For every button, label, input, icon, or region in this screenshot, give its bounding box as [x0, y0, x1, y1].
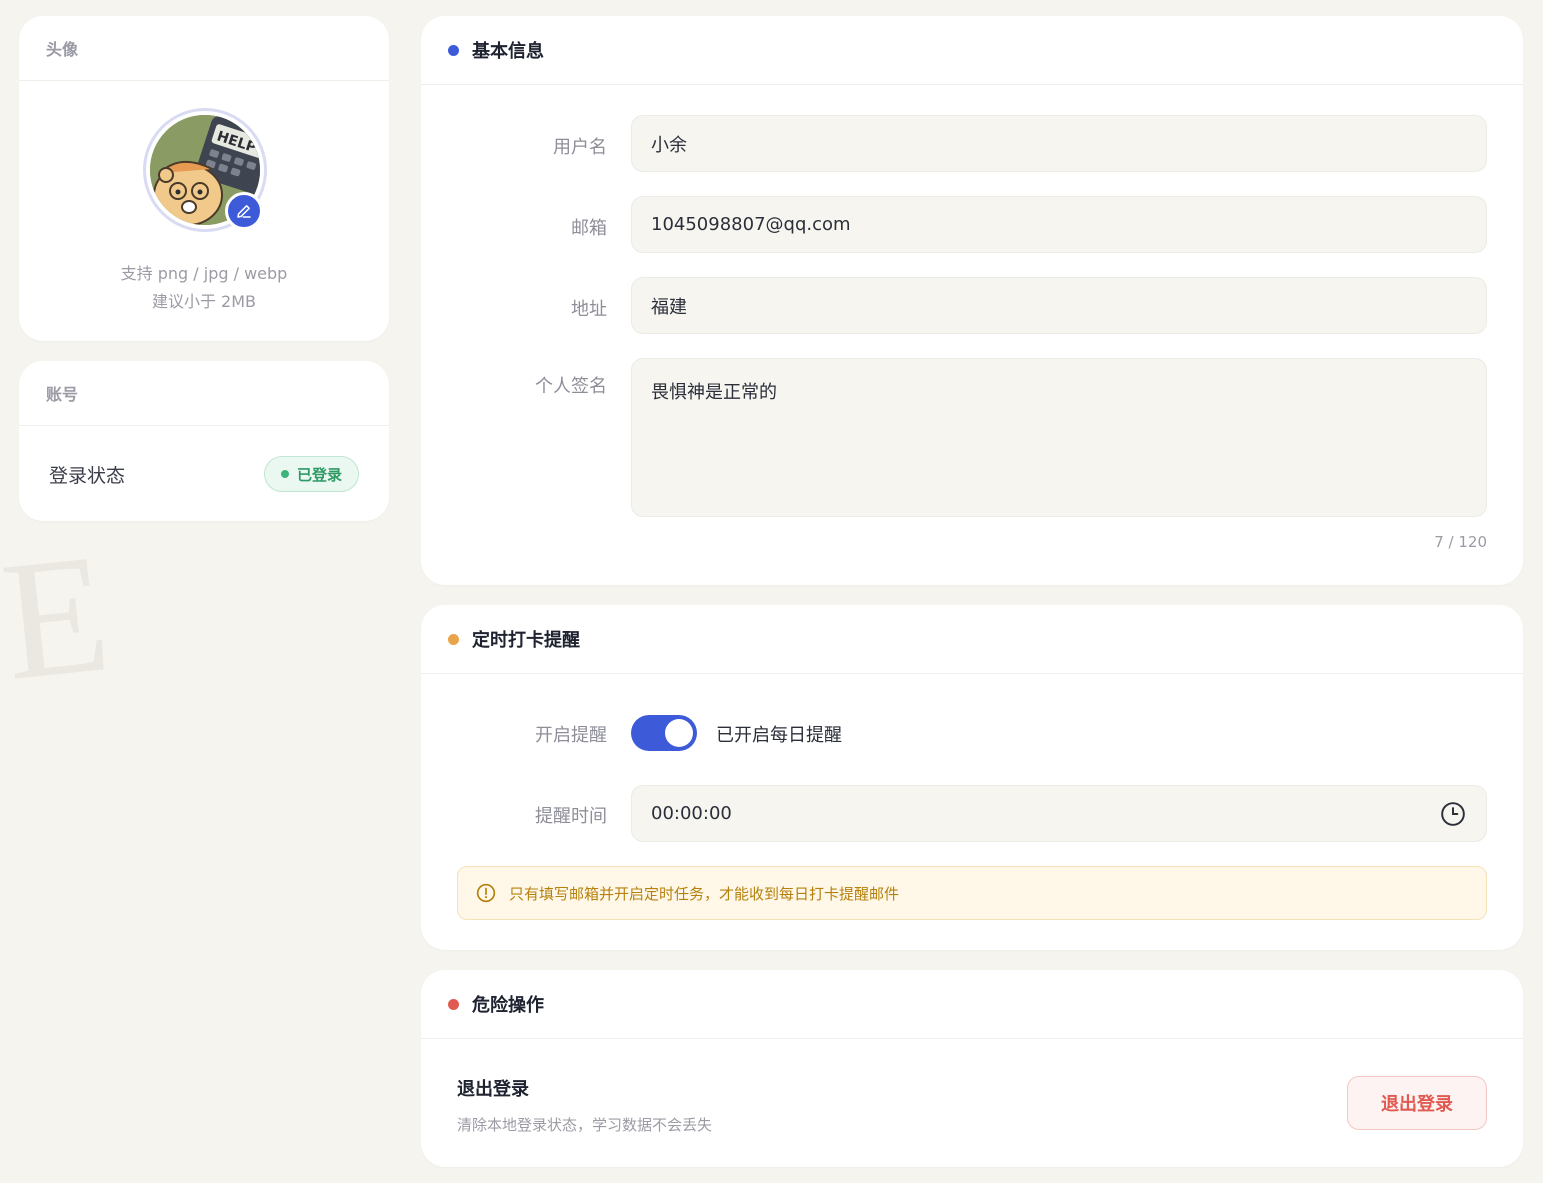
reminder-dot-icon	[448, 633, 459, 645]
background-letter-e: E	[0, 518, 118, 716]
username-input[interactable]	[631, 115, 1487, 172]
danger-header: 危险操作	[421, 970, 1523, 1039]
login-status-label: 登录状态	[49, 464, 126, 487]
danger-zone-card: 危险操作 退出登录 清除本地登录状态，学习数据不会丢失 退出登录	[421, 970, 1523, 1167]
logout-description: 清除本地登录状态，学习数据不会丢失	[457, 1116, 713, 1134]
login-status-row: 登录状态 已登录	[49, 456, 359, 492]
signature-textarea[interactable]: 畏惧神是正常的	[631, 358, 1487, 517]
username-label: 用户名	[553, 137, 607, 158]
account-card: 账号 登录状态 已登录	[19, 361, 389, 521]
basic-info-dot-icon	[448, 44, 459, 56]
login-status-badge: 已登录	[263, 456, 359, 492]
avatar-size-hint: 建议小于 2MB	[151, 292, 257, 311]
email-input[interactable]	[631, 196, 1487, 253]
avatar-card: 头像 HELP 支持 png / jpg / webp 建议小于 2MB	[19, 16, 389, 341]
reminder-card: 定时打卡提醒 开启提醒 已开启每日提醒 提醒时间 00:00:00 只有填写邮箱…	[421, 605, 1523, 950]
avatar-card-title: 头像	[19, 16, 389, 81]
avatar-format-hint: 支持 png / jpg / webp	[120, 264, 288, 283]
danger-title: 危险操作	[472, 995, 544, 1016]
reminder-time-label: 提醒时间	[535, 806, 607, 827]
danger-dot-icon	[448, 998, 459, 1010]
logout-title: 退出登录	[457, 1079, 529, 1100]
warning-circle-icon	[476, 883, 496, 903]
account-card-title: 账号	[19, 361, 389, 426]
basic-info-card: 基本信息 用户名 邮箱 地址 个人签名 畏惧神是正常的 7 / 120	[421, 16, 1523, 585]
reminder-header: 定时打卡提醒	[421, 605, 1523, 674]
pencil-icon	[237, 205, 251, 218]
login-status-badge-text: 已登录	[296, 465, 342, 484]
email-label: 邮箱	[571, 218, 607, 239]
logout-button[interactable]: 退出登录	[1347, 1076, 1487, 1130]
enable-reminder-status: 已开启每日提醒	[716, 725, 842, 746]
reminder-title: 定时打卡提醒	[472, 630, 580, 651]
reminder-time-value: 00:00:00	[651, 803, 732, 824]
avatar-edit-button[interactable]	[225, 192, 263, 230]
enable-reminder-label: 开启提醒	[535, 725, 607, 746]
address-input[interactable]	[631, 277, 1487, 334]
basic-info-title: 基本信息	[472, 41, 544, 62]
status-dot-icon	[280, 470, 289, 478]
enable-reminder-toggle[interactable]	[631, 715, 697, 751]
basic-info-header: 基本信息	[421, 16, 1523, 85]
signature-label: 个人签名	[535, 376, 607, 397]
toggle-knob	[665, 719, 693, 747]
email-reminder-notice: 只有填写邮箱并开启定时任务，才能收到每日打卡提醒邮件	[457, 866, 1487, 920]
reminder-time-picker[interactable]: 00:00:00	[631, 785, 1487, 842]
email-reminder-notice-text: 只有填写邮箱并开启定时任务，才能收到每日打卡提醒邮件	[509, 884, 900, 903]
address-label: 地址	[571, 299, 607, 320]
signature-char-counter: 7 / 120	[1434, 533, 1487, 551]
clock-icon	[1441, 802, 1465, 826]
